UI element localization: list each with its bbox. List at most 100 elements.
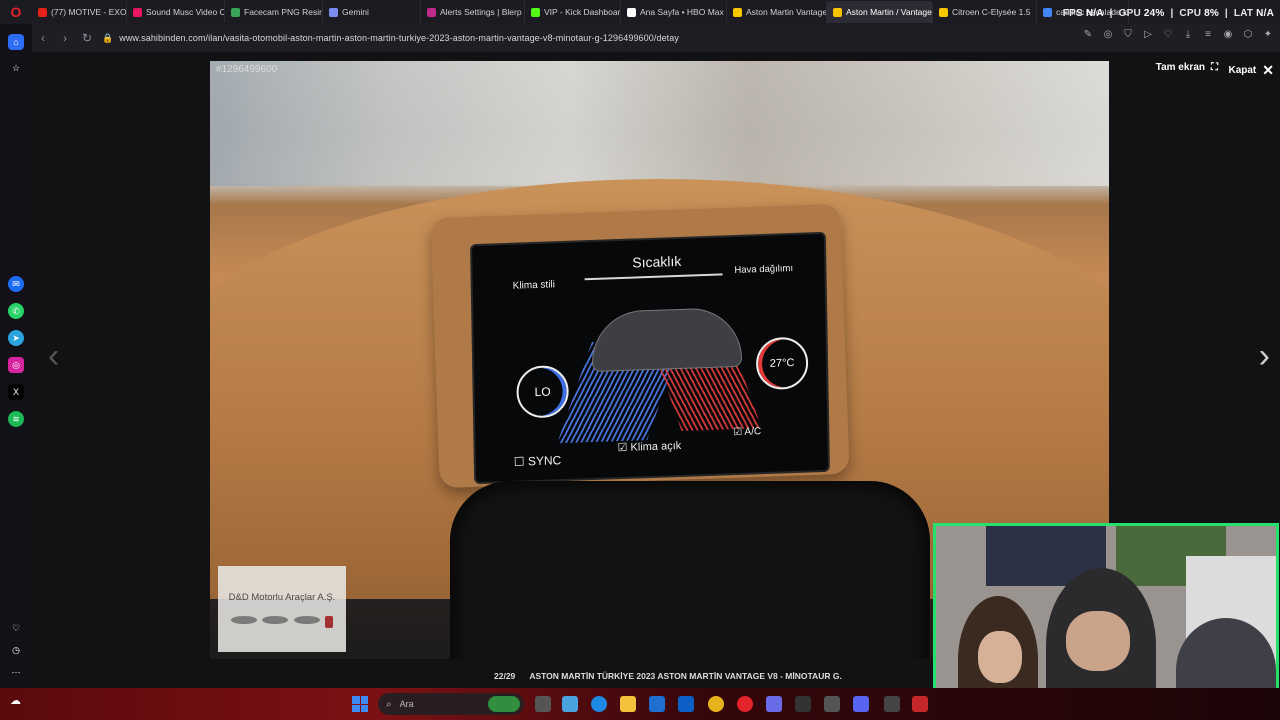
- x-icon[interactable]: X: [8, 384, 24, 400]
- ai-icon[interactable]: ✦: [1262, 28, 1274, 40]
- next-photo-icon[interactable]: ›: [1259, 337, 1270, 376]
- fps-label: FPS: [1062, 8, 1083, 19]
- menu-icon[interactable]: ≡: [1202, 28, 1214, 40]
- browser-tab[interactable]: Aston Martin / Vantage /: [827, 1, 933, 23]
- download-icon[interactable]: ⤓: [1182, 28, 1194, 40]
- home-icon[interactable]: ⌂: [8, 34, 24, 50]
- browser-tab[interactable]: (77) MOTIVE - EXORC: [32, 1, 127, 23]
- heart-icon[interactable]: ♡: [8, 620, 24, 636]
- teams-icon[interactable]: [766, 696, 782, 712]
- close-icon: ✕: [1262, 62, 1274, 78]
- browser-tab[interactable]: Citroen C-Elysée 1.5: [933, 1, 1037, 23]
- ac-label: A/C: [744, 426, 762, 438]
- browser-tab[interactable]: VIP - Kick Dashboard: [525, 1, 621, 23]
- previous-photo-icon[interactable]: ‹: [48, 337, 59, 376]
- opera-icon[interactable]: [737, 696, 753, 712]
- tab-favicon-icon: [133, 7, 142, 17]
- tab-favicon-icon: [1043, 7, 1052, 17]
- forward-icon[interactable]: ›: [54, 27, 76, 49]
- gpu-label: GPU: [1118, 8, 1141, 19]
- left-temp-dial: LO: [516, 364, 570, 419]
- lat-label: LAT: [1233, 8, 1254, 19]
- tab-favicon-icon: [329, 7, 338, 17]
- browser-tab[interactable]: Gemini: [323, 1, 421, 23]
- edge-icon[interactable]: [591, 696, 607, 712]
- fps-value: N/A: [1085, 8, 1104, 19]
- play-icon[interactable]: ▷: [1142, 28, 1154, 40]
- screen-right-label: Hava dağılımı: [734, 262, 794, 276]
- spotify-icon[interactable]: ≋: [8, 411, 24, 427]
- browser-tab[interactable]: Ana Sayfa • HBO Max: [621, 1, 727, 23]
- file-explorer-icon[interactable]: [620, 696, 636, 712]
- tab-favicon-icon: [627, 7, 636, 17]
- browser-tab[interactable]: Sound Musc Video C: [127, 1, 225, 23]
- gpu-value: 24%: [1143, 8, 1165, 19]
- lat-value: N/A: [1256, 8, 1274, 19]
- whatsapp-icon[interactable]: ✆: [8, 303, 24, 319]
- tab-label: Ana Sayfa • HBO Max: [640, 7, 724, 17]
- weather-icon[interactable]: ☁: [10, 694, 32, 714]
- epic-icon[interactable]: [795, 696, 811, 712]
- app-icon[interactable]: [824, 696, 840, 712]
- back-icon[interactable]: ‹: [32, 27, 54, 49]
- fullscreen-button[interactable]: Tam ekran ⛶: [1156, 62, 1218, 73]
- person-center-face: [1066, 611, 1130, 671]
- tab-label: Citroen C-Elysée 1.5: [952, 7, 1031, 17]
- heart-icon[interactable]: ♡: [1162, 28, 1174, 40]
- dealer-brand-logos: [228, 616, 336, 628]
- close-button[interactable]: Kapat ✕: [1228, 62, 1274, 79]
- chrome-icon[interactable]: [708, 696, 724, 712]
- tab-label: Gemini: [342, 7, 369, 17]
- more-icon[interactable]: ⋯: [8, 664, 24, 680]
- messenger-icon[interactable]: ✉: [8, 276, 24, 292]
- tab-label: Sound Musc Video C: [146, 7, 225, 17]
- app-icon[interactable]: [884, 696, 900, 712]
- browser-tab[interactable]: Facecam PNG Resim: [225, 1, 323, 23]
- tab-favicon-icon: [231, 7, 240, 17]
- store-icon[interactable]: [649, 696, 665, 712]
- brand-logo-icon: [262, 616, 289, 624]
- fullscreen-icon: ⛶: [1211, 62, 1218, 73]
- tab-label: (77) MOTIVE - EXORC: [51, 7, 127, 17]
- outlook-icon[interactable]: [678, 696, 694, 712]
- screen-tab-indicator: [584, 273, 723, 281]
- photo-caption: 22/29 ASTON MARTİN TÜRKİYE 2023 ASTON MA…: [494, 671, 854, 681]
- tab-favicon-icon: [833, 7, 842, 17]
- person-left-face: [978, 631, 1022, 683]
- star-icon[interactable]: ☆: [8, 60, 24, 76]
- search-icon: ⌕: [386, 698, 392, 710]
- camera-icon[interactable]: ◎: [1102, 28, 1114, 40]
- browser-tab[interactable]: Alerts Settings | Blerp: [421, 1, 525, 23]
- browser-tab[interactable]: Aston Martin Vantage: [727, 1, 827, 23]
- sync-option: ☐ SYNC: [513, 453, 562, 469]
- app-icon[interactable]: [912, 696, 928, 712]
- fullscreen-label: Tam ekran: [1155, 62, 1205, 73]
- lock-icon[interactable]: 🔒: [102, 33, 113, 44]
- start-button[interactable]: [352, 696, 368, 712]
- url-field[interactable]: www.sahibinden.com/ilan/vasita-otomobil-…: [119, 33, 679, 43]
- infotainment-screen: Sıcaklık Klima stili Hava dağılımı LO 27…: [470, 231, 830, 485]
- right-temp-dial: 27°C: [755, 336, 809, 391]
- tab-label: Aston Martin / Vantage /: [846, 7, 933, 17]
- instagram-icon[interactable]: ◎: [8, 357, 24, 373]
- reload-icon[interactable]: ↻: [76, 27, 98, 49]
- cpu-label: CPU: [1179, 8, 1202, 19]
- tab-label: Aston Martin Vantage: [746, 7, 827, 17]
- profile-icon[interactable]: ◉: [1222, 28, 1234, 40]
- tab-label: VIP - Kick Dashboard: [544, 7, 621, 17]
- app-icon[interactable]: [562, 696, 578, 712]
- tab-favicon-icon: [427, 7, 436, 17]
- tab-favicon-icon: [733, 7, 742, 17]
- discord-icon[interactable]: [853, 696, 869, 712]
- history-icon[interactable]: ◷: [8, 642, 24, 658]
- brand-logo-icon: [230, 616, 257, 624]
- extension-icon[interactable]: ⬡: [1242, 28, 1254, 40]
- shield-icon[interactable]: ⛉: [1122, 28, 1134, 40]
- edit-icon[interactable]: ✎: [1082, 28, 1094, 40]
- tab-favicon-icon: [531, 7, 540, 17]
- telegram-icon[interactable]: ➤: [8, 330, 24, 346]
- opera-logo-icon[interactable]: O: [0, 0, 32, 24]
- task-view-icon[interactable]: [535, 696, 551, 712]
- taskbar-search[interactable]: ⌕ Ara: [378, 693, 524, 715]
- brand-logo-icon: [293, 616, 320, 624]
